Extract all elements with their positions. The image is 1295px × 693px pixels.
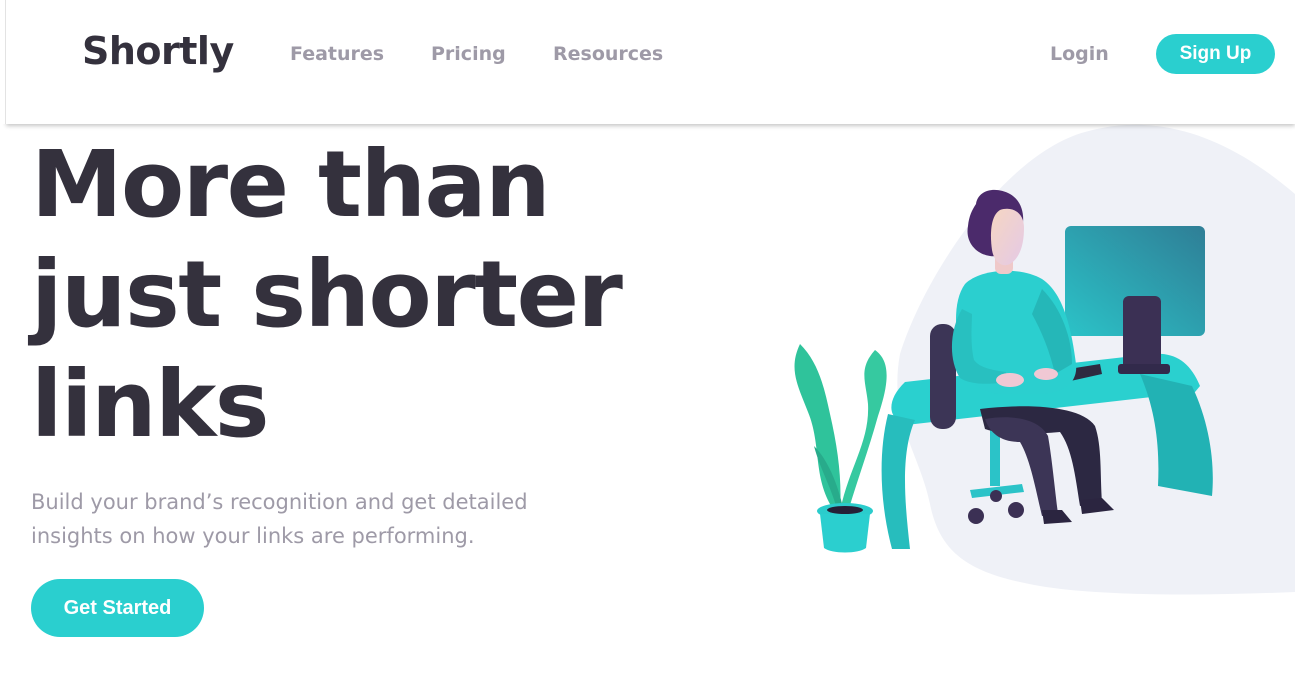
page-edge	[0, 0, 6, 124]
sign-up-button[interactable]: Sign Up	[1156, 34, 1275, 74]
chair-wheel	[968, 508, 984, 524]
hero-subtitle: Build your brand’s recognition and get d…	[31, 485, 591, 553]
nav-features-link[interactable]: Features	[290, 42, 384, 66]
monitor-stand	[1123, 296, 1161, 374]
hero-title-line: links	[31, 351, 270, 458]
person-hand	[996, 373, 1024, 387]
landing-page: Shortly Features Pricing Resources Login…	[0, 0, 1295, 693]
monitor-base	[1118, 364, 1170, 374]
site-header: Shortly Features Pricing Resources Login…	[6, 0, 1295, 124]
chair-wheel	[990, 490, 1002, 502]
login-link[interactable]: Login	[1050, 42, 1109, 66]
plant-pot-hole	[827, 506, 863, 514]
logo[interactable]: Shortly	[82, 27, 234, 75]
hero-subtitle-line: Build your brand’s recognition and get d…	[31, 490, 528, 514]
hero-title-line: More than	[31, 131, 551, 238]
hero-subtitle-line: insights on how your links are performin…	[31, 524, 475, 548]
hero-title: More than just shorter links	[31, 130, 671, 460]
nav-resources-link[interactable]: Resources	[553, 42, 663, 66]
get-started-button[interactable]: Get Started	[31, 579, 204, 637]
chair-back	[930, 324, 956, 429]
plant-pot	[820, 514, 870, 553]
chair-wheel	[1008, 502, 1024, 518]
plant-leaf	[840, 350, 887, 512]
nav-pricing-link[interactable]: Pricing	[431, 42, 506, 66]
desk-left-leg	[881, 414, 915, 549]
person-working-illustration	[794, 124, 1295, 595]
person-hand	[1034, 368, 1058, 380]
hero-title-line: just shorter	[31, 241, 623, 348]
